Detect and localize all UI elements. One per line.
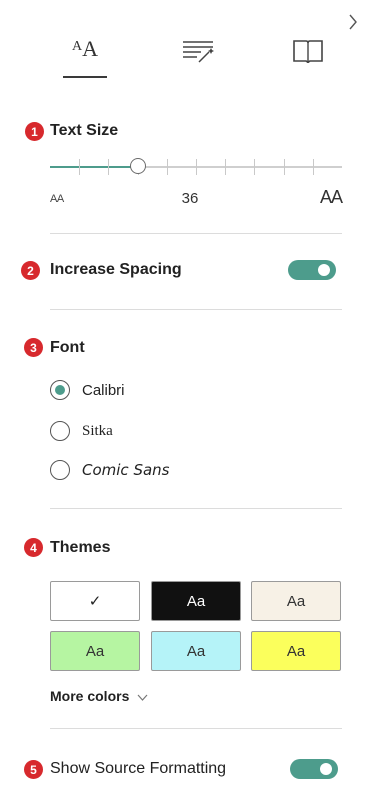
more-colors-button[interactable]: More colors [50, 688, 148, 704]
divider [50, 508, 342, 509]
radio-button[interactable] [50, 421, 70, 441]
theme-swatch-black[interactable]: Aa [151, 581, 241, 621]
collapse-chevron-icon[interactable] [343, 10, 363, 34]
slider-tick [284, 159, 285, 175]
radio-button[interactable] [50, 460, 70, 480]
slider-tick [196, 159, 197, 175]
theme-swatch-sepia[interactable]: Aa [251, 581, 341, 621]
show-source-formatting-toggle[interactable] [290, 759, 338, 779]
step-badge-5: 5 [24, 760, 43, 779]
slider-tick [108, 159, 109, 175]
themes-label: Themes [50, 539, 111, 556]
font-option-label: Comic Sans [82, 461, 170, 479]
slider-tick [254, 159, 255, 175]
slider-thumb[interactable] [130, 158, 146, 174]
theme-swatch-yellow[interactable]: Aa [251, 631, 341, 671]
text-size-icon: AA [71, 36, 98, 61]
increase-spacing-toggle[interactable] [288, 260, 336, 280]
theme-swatch-green[interactable]: Aa [50, 631, 140, 671]
divider [50, 309, 342, 310]
font-label: Font [50, 339, 85, 356]
font-option-calibri[interactable]: Calibri [50, 378, 125, 402]
step-badge-1: 1 [25, 122, 44, 141]
toggle-knob [320, 763, 332, 775]
more-colors-label: More colors [50, 688, 130, 704]
step-badge-2: 2 [21, 261, 40, 280]
font-option-sitka[interactable]: Sitka [50, 419, 113, 443]
tab-text-options[interactable]: AA [55, 28, 115, 78]
book-icon [291, 37, 325, 70]
text-size-slider[interactable] [50, 158, 342, 175]
increase-spacing-label: Increase Spacing [50, 261, 182, 278]
decrease-size-label: AA [50, 193, 64, 205]
divider [50, 233, 342, 234]
slider-tick [313, 159, 314, 175]
text-size-value: 36 [181, 190, 199, 207]
text-size-label: Text Size [50, 122, 119, 139]
slider-tick [79, 159, 80, 175]
toggle-knob [318, 264, 330, 276]
increase-size-label: AA [319, 187, 343, 207]
chevron-down-icon [137, 688, 148, 704]
show-source-formatting-label: Show Source Formatting [50, 760, 227, 777]
font-option-comic-sans[interactable]: Comic Sans [50, 458, 169, 482]
font-option-label: Sitka [82, 422, 113, 439]
tab-reading-preferences[interactable] [278, 28, 338, 78]
radio-selected-dot [55, 385, 65, 395]
slider-tick [167, 159, 168, 175]
active-tab-indicator [63, 76, 107, 78]
slider-fill [50, 166, 138, 168]
font-option-label: Calibri [82, 381, 125, 399]
step-badge-3: 3 [24, 338, 43, 357]
radio-button[interactable] [50, 380, 70, 400]
theme-swatch-white[interactable]: ✓ [50, 581, 140, 621]
divider [50, 728, 342, 729]
slider-tick [225, 159, 226, 175]
tab-grammar-options[interactable] [168, 28, 228, 78]
theme-swatch-cyan[interactable]: Aa [151, 631, 241, 671]
step-badge-4: 4 [24, 538, 43, 557]
grammar-options-icon [179, 38, 217, 69]
